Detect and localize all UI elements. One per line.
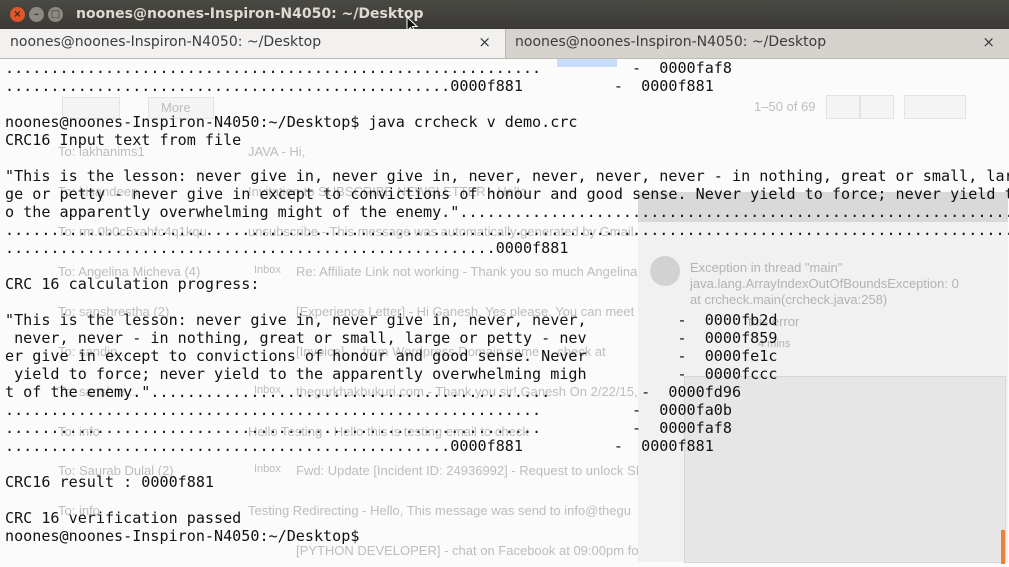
- terminal-output: ........................................…: [5, 59, 1009, 545]
- terminal-line: never, never - in nothing, great or smal…: [5, 329, 778, 347]
- terminal-line: ........................................…: [5, 401, 732, 419]
- close-tab-icon[interactable]: ×: [478, 29, 491, 56]
- terminal-area[interactable]: More 1–50 of 69 To: lakhanims1 JAVA - Hi…: [0, 59, 1009, 567]
- terminal-line: ........................................…: [5, 77, 714, 95]
- terminal-line: ge or petty - never give in except to co…: [5, 185, 1009, 203]
- terminal-line: CRC 16 verification passed: [5, 509, 242, 527]
- terminal-line: "This is the lesson: never give in, neve…: [5, 167, 1009, 185]
- terminal-line: ........................................…: [5, 437, 714, 455]
- terminal-line: ........................................…: [5, 419, 732, 437]
- terminal-line: o the apparently overwhelming might of t…: [5, 203, 1009, 221]
- background-row-subject: [PYTHON DEVELOPER] - chat on Facebook at…: [296, 543, 639, 558]
- terminal-line: yield to force; never yield to the appar…: [5, 365, 778, 383]
- terminal-line: ........................................…: [5, 221, 1009, 239]
- window-titlebar[interactable]: × – □ noones@noones-Inspiron-N4050: ~/De…: [0, 0, 1009, 34]
- tab-terminal-1[interactable]: noones@noones-Inspiron-N4050: ~/Desktop …: [0, 29, 506, 58]
- terminal-line: CRC16 result : 0000f881: [5, 473, 215, 491]
- minimize-window-button[interactable]: –: [29, 7, 44, 22]
- terminal-line: noones@noones-Inspiron-N4050:~/Desktop$: [5, 527, 360, 545]
- tab-label: noones@noones-Inspiron-N4050: ~/Desktop: [10, 34, 322, 50]
- close-window-button[interactable]: ×: [10, 7, 25, 22]
- maximize-window-button[interactable]: □: [48, 7, 63, 22]
- tab-bar: noones@noones-Inspiron-N4050: ~/Desktop …: [0, 29, 1009, 59]
- terminal-line: CRC16 Input text from file: [5, 131, 242, 149]
- close-tab-icon[interactable]: ×: [982, 29, 995, 56]
- tab-label: noones@noones-Inspiron-N4050: ~/Desktop: [515, 34, 827, 50]
- tab-terminal-2[interactable]: noones@noones-Inspiron-N4050: ~/Desktop …: [505, 29, 1009, 58]
- terminal-line: er give in except to convictions of hono…: [5, 347, 778, 365]
- terminal-line: CRC 16 calculation progress:: [5, 275, 260, 293]
- terminal-line: ........................................…: [5, 239, 569, 257]
- terminal-line: t of the enemy."........................…: [5, 383, 742, 401]
- terminal-line: noones@noones-Inspiron-N4050:~/Desktop$ …: [5, 113, 578, 131]
- window-title: noones@noones-Inspiron-N4050: ~/Desktop: [76, 6, 424, 22]
- terminal-line: "This is the lesson: never give in, neve…: [5, 311, 778, 329]
- terminal-line: ........................................…: [5, 59, 732, 77]
